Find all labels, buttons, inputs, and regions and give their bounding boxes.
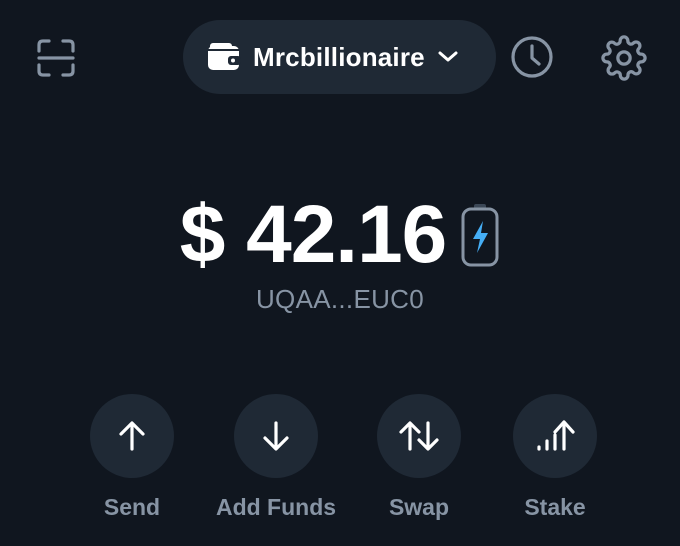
send-button[interactable]	[90, 394, 174, 478]
history-button[interactable]	[510, 35, 554, 79]
send-label: Send	[103, 494, 161, 520]
arrow-up-icon	[119, 421, 145, 451]
wallet-name: Mrcbillionaire	[253, 41, 425, 72]
scan-qr-icon	[37, 39, 75, 77]
arrow-down-icon	[263, 421, 289, 451]
gear-icon	[601, 35, 647, 81]
wallet-icon	[207, 43, 241, 71]
wallet-address[interactable]: UQAA...EUC0	[0, 284, 680, 315]
stake-action[interactable]: Stake	[485, 394, 625, 521]
send-action[interactable]: Send	[62, 394, 202, 521]
swap-label: Swap	[388, 494, 450, 520]
wallet-screen: Mrcbillionaire $ 42.16 UQAA...EUC0 Send …	[0, 0, 680, 546]
stake-button[interactable]	[513, 394, 597, 478]
clock-icon	[511, 36, 553, 78]
add-funds-label: Add Funds	[215, 494, 337, 520]
swap-button[interactable]	[377, 394, 461, 478]
wallet-selector[interactable]: Mrcbillionaire	[183, 20, 496, 94]
settings-button[interactable]	[601, 35, 647, 81]
battery-charging-icon[interactable]	[460, 202, 500, 268]
chevron-down-icon	[437, 50, 459, 64]
balance-display: $ 42.16	[0, 190, 680, 280]
add-funds-button[interactable]	[234, 394, 318, 478]
add-funds-action[interactable]: Add Funds	[206, 394, 346, 521]
balance-amount: $ 42.16	[179, 189, 448, 280]
stake-label: Stake	[524, 494, 586, 520]
stake-icon	[537, 420, 575, 451]
swap-action[interactable]: Swap	[349, 394, 489, 521]
scan-button[interactable]	[36, 38, 76, 78]
swap-arrows-icon	[399, 421, 439, 451]
